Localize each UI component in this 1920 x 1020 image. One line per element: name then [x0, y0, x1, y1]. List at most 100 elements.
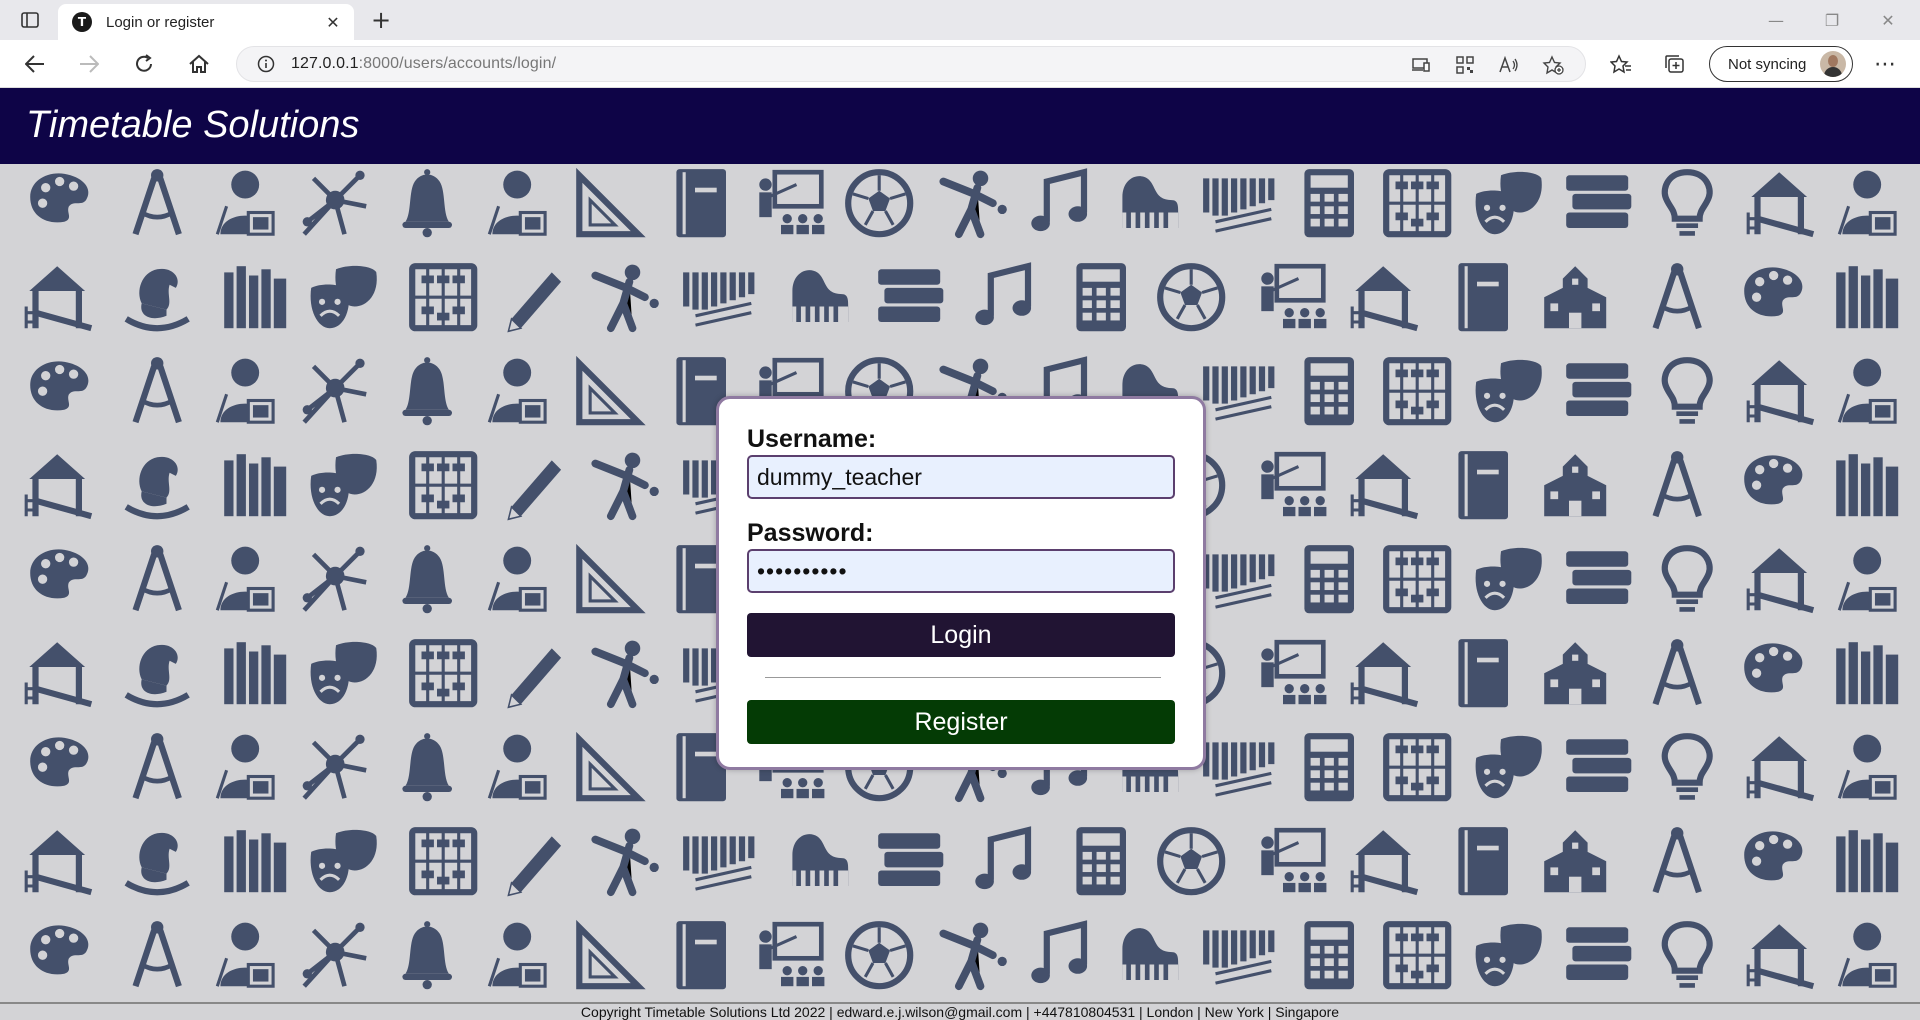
library-icon [224, 266, 287, 329]
horse-icon [124, 456, 190, 520]
playground-icon [24, 830, 93, 896]
piano-icon [1122, 928, 1179, 980]
address-bar[interactable]: 127.0.0.1:8000/users/accounts/login/ [236, 46, 1586, 82]
profile-button[interactable]: Not syncing [1709, 46, 1853, 82]
calc-icon [1304, 357, 1354, 426]
neuron-icon [302, 734, 367, 800]
abacus-icon [409, 827, 478, 896]
books-icon [1566, 739, 1632, 792]
bulb-icon [1661, 733, 1713, 800]
calc-icon [1076, 263, 1126, 332]
palette-icon [1744, 831, 1803, 881]
teacher-icon [1837, 546, 1897, 612]
qr-code-icon[interactable] [1451, 53, 1479, 77]
add-favorite-icon[interactable] [1539, 53, 1567, 77]
horse-icon [124, 644, 190, 708]
compass-icon [132, 545, 182, 612]
cricket-icon [591, 452, 659, 521]
site-header: Timetable Solutions [0, 88, 1920, 164]
password-label: Password: [747, 519, 874, 547]
divider [765, 677, 1161, 678]
xylophone-icon [1203, 930, 1275, 985]
playground-icon [1350, 642, 1419, 708]
palette-icon [1744, 643, 1803, 693]
palette-icon [1744, 455, 1803, 505]
playground-icon [1746, 360, 1815, 426]
more-options-icon[interactable]: ⋯ [1870, 52, 1900, 77]
books-icon [878, 833, 944, 886]
reload-icon[interactable] [127, 48, 161, 80]
school-icon [1544, 454, 1607, 517]
teacher-icon [1837, 734, 1897, 800]
playground-icon [1746, 736, 1815, 802]
calc-icon [1304, 733, 1354, 802]
school-icon [1544, 642, 1607, 705]
compass-icon [1652, 827, 1702, 894]
browser-toolbar: 127.0.0.1:8000/users/accounts/login/ Not… [0, 40, 1920, 88]
register-button[interactable]: Register [747, 700, 1175, 744]
cricket-icon [591, 828, 659, 897]
xylophone-icon [1203, 366, 1275, 421]
login-button[interactable]: Login [747, 613, 1175, 657]
teacher-icon [1837, 358, 1897, 424]
bell-icon [402, 733, 452, 802]
abacus-icon [1383, 545, 1452, 614]
teacher-icon [487, 734, 547, 800]
cricket-icon [939, 170, 1007, 239]
username-input[interactable] [747, 455, 1175, 499]
teacher-icon [215, 546, 275, 612]
horse-icon [124, 268, 190, 332]
piano-icon [1122, 176, 1179, 228]
palette-icon [1744, 267, 1803, 317]
close-window-icon[interactable]: ✕ [1868, 6, 1908, 34]
compass-icon [132, 733, 182, 800]
cricket-icon [591, 264, 659, 333]
teacher-icon [487, 358, 547, 424]
bulb-icon [1661, 545, 1713, 612]
read-aloud-icon[interactable] [1495, 53, 1523, 77]
new-tab-icon[interactable]: + [366, 6, 396, 34]
back-icon[interactable] [18, 48, 52, 80]
book-icon [1458, 451, 1508, 520]
tab-title: Login or register [106, 13, 215, 31]
playground-icon [1746, 172, 1815, 238]
books-icon [878, 269, 944, 322]
board-icon [1261, 451, 1327, 517]
forward-icon[interactable] [72, 48, 106, 80]
playground-icon [1746, 548, 1815, 614]
note-icon [975, 262, 1032, 326]
site-info-icon[interactable] [255, 53, 277, 75]
restore-icon[interactable]: ❐ [1812, 6, 1852, 34]
teacher-icon [1837, 922, 1897, 988]
app-available-icon[interactable] [1407, 53, 1435, 77]
username-label: Username: [747, 425, 877, 453]
close-tab-icon[interactable]: ✕ [324, 13, 342, 32]
board-icon [1261, 263, 1327, 329]
note-icon [975, 826, 1032, 890]
password-input[interactable] [747, 549, 1175, 593]
masks-icon [310, 453, 377, 517]
bulb-icon [1661, 169, 1713, 236]
minimize-icon[interactable]: — [1756, 6, 1796, 34]
palette-icon [30, 549, 89, 599]
home-icon[interactable] [182, 48, 216, 80]
abacus-icon [1383, 921, 1452, 990]
browser-tab[interactable]: T Login or register ✕ [58, 4, 354, 40]
avatar [1820, 51, 1846, 77]
favorites-icon[interactable] [1606, 50, 1636, 78]
library-icon [1836, 266, 1899, 329]
setsquare-icon [576, 731, 646, 802]
tab-actions-icon[interactable] [14, 8, 46, 32]
note-icon [1031, 168, 1088, 232]
book-icon [676, 921, 726, 990]
compass-icon [1652, 263, 1702, 330]
abacus-icon [409, 451, 478, 520]
collections-icon[interactable] [1660, 50, 1690, 78]
library-icon [224, 830, 287, 893]
library-icon [1836, 642, 1899, 705]
bell-icon [402, 357, 452, 426]
palette-icon [30, 737, 89, 787]
palette-icon [30, 173, 89, 223]
footer: Copyright Timetable Solutions Ltd 2022 |… [0, 1002, 1920, 1020]
compass-icon [1652, 451, 1702, 518]
